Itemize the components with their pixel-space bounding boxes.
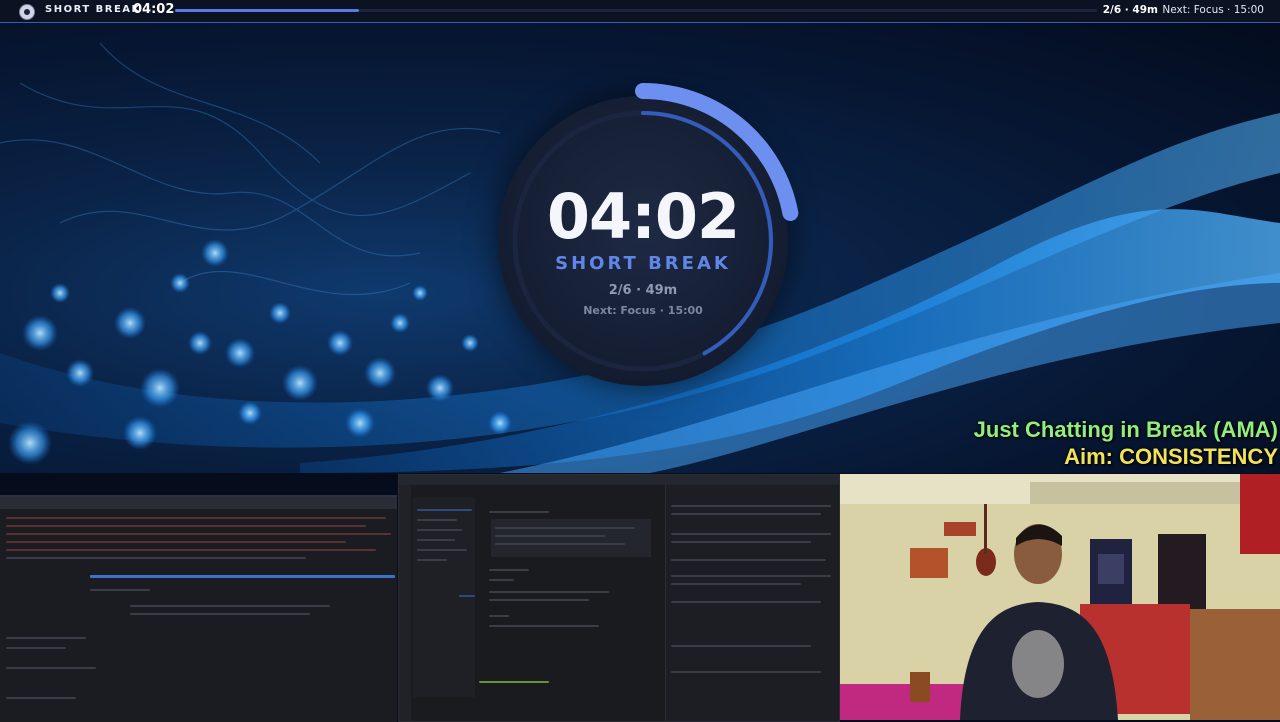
timer-next-session: Next: Focus · 15:00 xyxy=(583,304,703,317)
timer-session-count: 2/6 · 49m xyxy=(608,283,678,298)
countdown-timer: 04:02 SHORT BREAK 2/6 · 49m Next: Focus … xyxy=(485,83,801,399)
top-next-session: Next: Focus · 15:00 xyxy=(1162,4,1264,16)
timer-countdown: 04:02 xyxy=(546,180,740,253)
top-session-count: 2/6 · 49m xyxy=(1102,4,1158,16)
aim-value: CONSISTENCY xyxy=(1119,444,1278,469)
stream-aim-text: Aim: CONSISTENCY xyxy=(1064,444,1278,470)
session-progress-fill xyxy=(175,9,360,12)
screen-capture-editor xyxy=(398,474,840,722)
screen-capture-left xyxy=(0,495,397,722)
timer-mode-label: SHORT BREAK xyxy=(555,253,731,274)
top-timer-value: 04:02 xyxy=(133,2,175,17)
stream-topic-text: Just Chatting in Break (AMA) xyxy=(973,417,1278,442)
webcam-feed xyxy=(840,474,1280,720)
top-mode-label: SHORT BREAK xyxy=(45,4,141,15)
app-logo-icon xyxy=(19,4,35,20)
session-progress-bar xyxy=(175,9,1097,12)
top-status-bar: SHORT BREAK 04:02 2/6 · 49m Next: Focus … xyxy=(0,0,1280,23)
aim-label: Aim: xyxy=(1064,444,1120,469)
